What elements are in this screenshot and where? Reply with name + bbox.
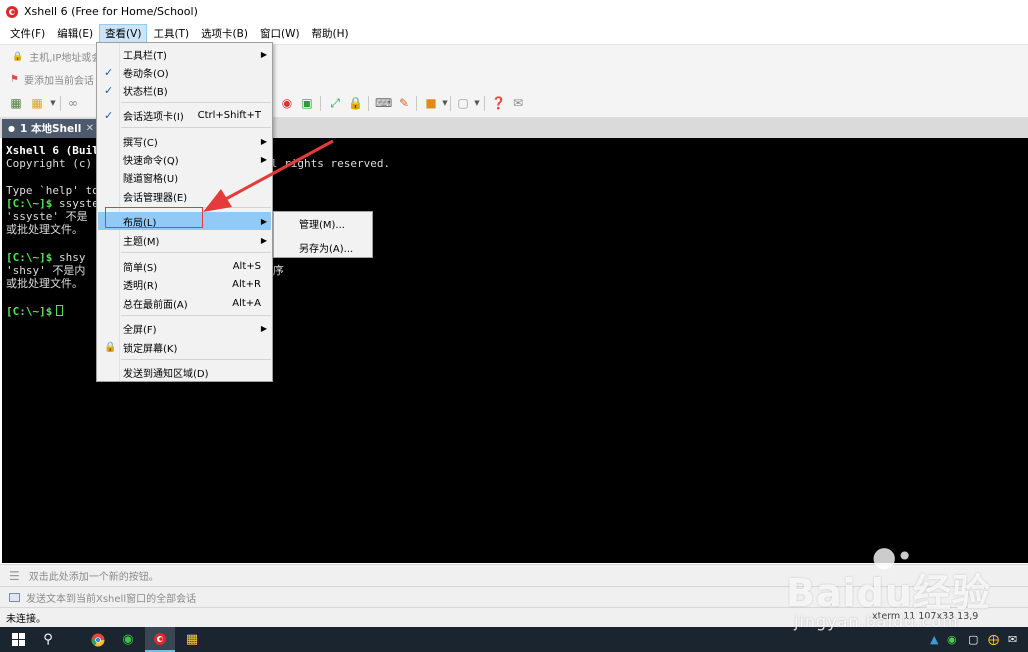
- terminal-line: [C:\~]$: [6, 305, 64, 318]
- links-bar-text[interactable]: 要添加当前会话: [24, 72, 94, 87]
- checkmark-icon: ✓: [104, 83, 114, 97]
- help-icon[interactable]: ❓: [491, 96, 506, 110]
- checkmark-icon: ✓: [104, 108, 114, 122]
- menu-item-send-to-tray[interactable]: 发送到通知区域(D): [98, 363, 271, 381]
- chevron-down-icon[interactable]: ▼: [470, 96, 484, 110]
- submenu-arrow-icon: ▶: [260, 216, 267, 226]
- wechat-tray-icon[interactable]: ◉: [947, 633, 957, 646]
- menu-item-session-tabs[interactable]: ✓ 会话选项卡(I) Ctrl+Shift+T: [98, 106, 271, 124]
- menu-bar: 文件(F) 编辑(E) 查看(V) 工具(T) 选项卡(B) 窗口(W) 帮助(…: [0, 23, 1028, 44]
- terminal-line: [C:\~]$ ssyste: [6, 197, 99, 210]
- submenu-arrow-icon: ▶: [260, 323, 267, 333]
- xshell-taskbar-icon[interactable]: [145, 627, 175, 652]
- open-folder-icon[interactable]: ▦: [30, 96, 44, 110]
- keyboard-icon[interactable]: ⌨: [375, 96, 392, 110]
- xftp-icon[interactable]: ◉: [280, 96, 294, 110]
- menu-item-theme[interactable]: 主题(M) ▶: [98, 231, 271, 249]
- submenu-item-save-as[interactable]: 另存为(A)...: [274, 237, 372, 257]
- menu-item-fullscreen[interactable]: 全屏(F) ▶: [98, 319, 271, 337]
- tab-local-shell[interactable]: ● 1 本地Shell ✕: [2, 119, 98, 138]
- chrome-icon[interactable]: [83, 627, 113, 652]
- add-tray-icon[interactable]: ⨁: [988, 633, 999, 646]
- lock-screen-icon[interactable]: 🔒: [348, 96, 363, 110]
- highlight-icon[interactable]: ✎: [397, 96, 411, 110]
- compose-icon: [9, 592, 20, 602]
- menu-edit[interactable]: 编辑(E): [51, 24, 99, 43]
- menu-item-transparent[interactable]: 透明(R) Alt+R: [98, 275, 271, 293]
- file-explorer-icon[interactable]: ▦: [177, 627, 207, 652]
- terminal-line: 或批处理文件。: [6, 277, 83, 290]
- menu-item-tunnel-pane[interactable]: 隧道窗格(U): [98, 168, 271, 186]
- menu-item-always-on-top[interactable]: 总在最前面(A) Alt+A: [98, 294, 271, 312]
- new-tab-icon[interactable]: ■: [424, 96, 438, 110]
- address-input[interactable]: 主机,IP地址或会: [29, 49, 101, 64]
- network-icon[interactable]: ▲: [930, 633, 938, 646]
- menu-file[interactable]: 文件(F): [4, 24, 51, 43]
- submenu-arrow-icon: ▶: [260, 235, 267, 245]
- submenu-arrow-icon: ▶: [260, 49, 267, 59]
- menu-item-compose[interactable]: 撰写(C) ▶: [98, 132, 271, 150]
- xmanager-icon[interactable]: ▣: [300, 96, 314, 110]
- new-session-icon[interactable]: ▦: [9, 96, 23, 110]
- menu-window[interactable]: 窗口(W): [254, 24, 306, 43]
- bookmark-icon: ⚑: [10, 73, 19, 85]
- menu-item-statusbar[interactable]: ✓ 状态栏(B): [98, 81, 271, 99]
- menu-item-simple[interactable]: 简单(S) Alt+S: [98, 257, 271, 275]
- lock-icon: 🔒: [104, 341, 117, 353]
- terminal-cursor: [56, 305, 64, 316]
- lock-icon: 🔒: [12, 51, 24, 62]
- menu-help[interactable]: 帮助(H): [306, 24, 355, 43]
- tab-label: 1 本地Shell: [19, 123, 82, 135]
- title-bar: Xshell 6 (Free for Home/School): [0, 0, 1028, 23]
- submenu-item-manage[interactable]: 管理(M)...: [274, 213, 372, 233]
- menu-item-quick-commands[interactable]: 快速命令(Q) ▶: [98, 150, 271, 168]
- status-dot-icon: ●: [8, 124, 15, 133]
- terminal-info: xterm 11 107x33 13,9: [872, 611, 979, 622]
- fullscreen-icon[interactable]: ⤢: [328, 96, 342, 110]
- status-bar: 未连接。 xterm 11 107x33 13,9: [0, 607, 1028, 627]
- comment-icon[interactable]: ✉: [511, 96, 525, 110]
- chevron-down-icon[interactable]: ▼: [46, 96, 60, 110]
- compose-hint: 发送文本到当前Xshell窗口的全部会话: [26, 593, 197, 605]
- window-tray-icon[interactable]: ▢: [968, 633, 978, 646]
- menu-tools[interactable]: 工具(T): [147, 24, 195, 43]
- menu-item-session-manager[interactable]: 会话管理器(E): [98, 187, 271, 205]
- wechat-icon[interactable]: ◉: [113, 627, 143, 652]
- checkmark-icon: ✓: [104, 65, 114, 79]
- menu-tabs[interactable]: 选项卡(B): [195, 24, 254, 43]
- notification-icon[interactable]: ✉: [1008, 633, 1017, 646]
- menu-item-toolbar[interactable]: 工具栏(T) ▶: [98, 45, 271, 63]
- taskbar: ⚲ ◉ ▦ ▲ ◉ ▢ ⨁ ✉: [0, 627, 1028, 652]
- close-icon[interactable]: ✕: [86, 123, 94, 134]
- submenu-arrow-icon: ▶: [260, 136, 267, 146]
- search-icon[interactable]: ⚲: [33, 627, 63, 652]
- quick-command-hint: 双击此处添加一个新的按钮。: [28, 572, 159, 583]
- terminal-line: 或批处理文件。: [6, 223, 83, 236]
- link-icon[interactable]: ∞: [66, 96, 80, 110]
- terminal-line: Xshell 6 (Buil: [6, 144, 99, 157]
- window-title: Xshell 6 (Free for Home/School): [24, 5, 198, 18]
- terminal-line: [C:\~]$ shsy: [6, 251, 86, 264]
- xshell-logo-icon: [6, 5, 18, 18]
- menu-item-scrollbar[interactable]: ✓ 卷动条(O): [98, 63, 271, 81]
- menu-item-lock-screen[interactable]: 🔒 锁定屏幕(K): [98, 338, 271, 356]
- compose-bar[interactable]: 发送文本到当前Xshell窗口的全部会话: [0, 586, 1028, 607]
- quick-command-bar[interactable]: ☰ 双击此处添加一个新的按钮。: [0, 564, 1028, 586]
- windows-start-icon[interactable]: [3, 627, 33, 652]
- hamburger-icon[interactable]: ☰: [9, 569, 20, 583]
- terminal-line: 'ssyste' 不是: [6, 210, 88, 223]
- layout-submenu: 管理(M)... 另存为(A)...: [273, 211, 373, 258]
- connection-status: 未连接。: [6, 614, 46, 625]
- menu-view[interactable]: 查看(V): [99, 24, 148, 43]
- annotation-highlight-box: [105, 207, 203, 228]
- submenu-arrow-icon: ▶: [260, 154, 267, 164]
- layout-icon[interactable]: ▢: [456, 96, 470, 110]
